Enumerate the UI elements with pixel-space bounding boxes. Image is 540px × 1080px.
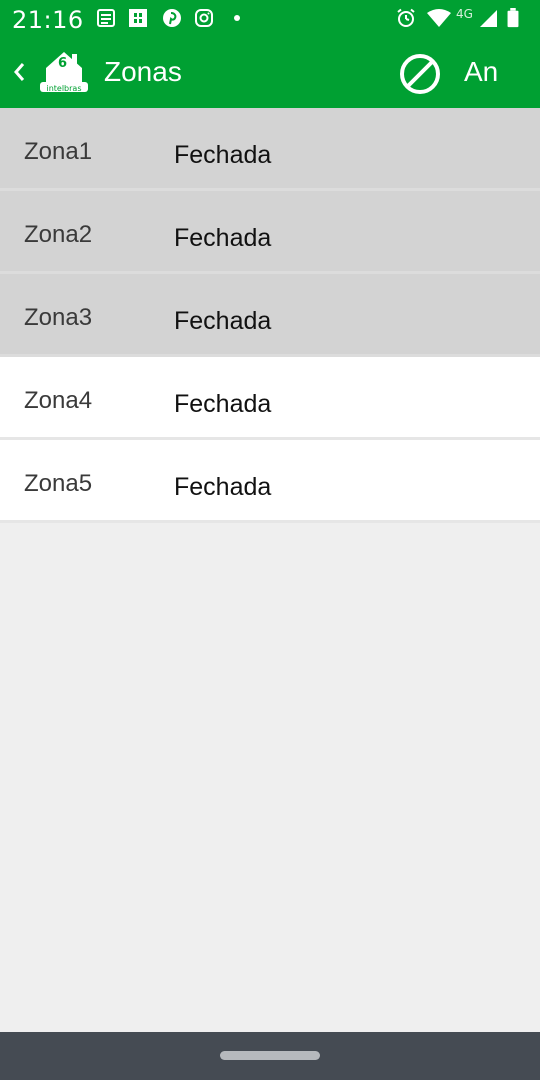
- zone-status: Fechada: [174, 473, 272, 501]
- disable-icon[interactable]: [398, 52, 442, 96]
- toolbar: 6 intelbras Zonas An: [0, 36, 540, 108]
- toolbar-action-button[interactable]: An: [464, 56, 498, 88]
- status-bar: 21:16 4G: [0, 0, 540, 36]
- wifi-icon: [427, 9, 451, 27]
- zone-row[interactable]: Zona2 Fechada: [0, 191, 540, 274]
- logo-brand-text: intelbras: [46, 84, 82, 93]
- zone-status: Fechada: [174, 307, 272, 335]
- zone-row[interactable]: Zona3 Fechada: [0, 274, 540, 357]
- network-type: 4G: [456, 7, 473, 21]
- zone-name: Zona2: [24, 221, 93, 248]
- zone-list: Zona1 Fechada Zona2 Fechada Zona3 Fechad…: [0, 108, 540, 523]
- logo-number: 6: [58, 56, 68, 71]
- pinterest-icon: [163, 9, 181, 27]
- zone-status: Fechada: [174, 390, 272, 418]
- zone-name: Zona4: [24, 387, 93, 414]
- notification-dot: [234, 15, 240, 21]
- app-bar: 21:16 4G 6 intelbras Zonas An: [0, 0, 540, 108]
- status-time: 21:16: [12, 6, 84, 34]
- zone-row[interactable]: Zona4 Fechada: [0, 357, 540, 440]
- home-gesture-handle[interactable]: [220, 1051, 320, 1060]
- zone-status: Fechada: [174, 224, 272, 252]
- news-icon: [97, 9, 115, 27]
- zone-name: Zona5: [24, 470, 93, 497]
- app-logo[interactable]: 6 intelbras: [38, 50, 90, 96]
- page-title: Zonas: [104, 56, 182, 87]
- zone-name: Zona1: [24, 138, 93, 165]
- zone-status: Fechada: [174, 141, 272, 169]
- zone-row[interactable]: Zona1 Fechada: [0, 108, 540, 191]
- instagram-icon: [195, 9, 213, 27]
- zone-row[interactable]: Zona5 Fechada: [0, 440, 540, 523]
- signal-4g-icon: [480, 10, 497, 27]
- back-chevron-icon[interactable]: [10, 58, 30, 86]
- battery-icon: [507, 8, 519, 28]
- alarm-icon: [397, 8, 415, 27]
- grid-app-icon: [129, 9, 147, 27]
- system-nav-bar: [0, 1032, 540, 1080]
- zone-name: Zona3: [24, 304, 93, 331]
